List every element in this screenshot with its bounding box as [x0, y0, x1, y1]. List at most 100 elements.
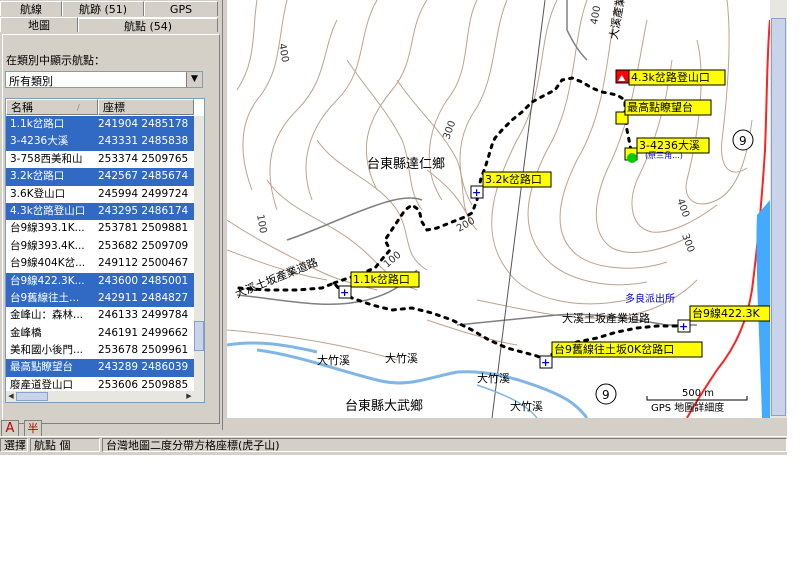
scroll-left-icon[interactable]: ◀ [6, 391, 16, 402]
list-item[interactable]: 3.2k岔路口 242567 2485674 [6, 168, 194, 186]
waypoint-name: 3-758西美和山 [10, 152, 83, 165]
map-vertical-thumb[interactable] [771, 18, 786, 416]
contour-label-2: 400 [589, 5, 603, 26]
waypoint-3-2k[interactable]: + 3.2k岔路口 [470, 171, 552, 199]
river-label-3: 大竹溪 [477, 371, 510, 385]
waypoint-name: 3.2k岔路口 [10, 170, 65, 183]
waypoint-coord: 253781 2509881 [98, 222, 189, 235]
road-shield-number-south: 9 [602, 388, 610, 402]
road-label-datu: 大溪土坂產業道路 [562, 311, 650, 325]
waypoint-422-3k[interactable]: + 台9線422.3K [677, 305, 770, 333]
river-label-2: 大竹溪 [385, 351, 418, 365]
list-item[interactable]: 金峰山：森林... 246133 2499784 [6, 307, 194, 324]
waypoint-name: 金峰橋 [10, 326, 42, 339]
waypoint-label-422-3k: 台9線422.3K [692, 306, 760, 320]
side-panel: 航線 航跡 (51) GPS 地圖 航點 (54) 在類別中顯示航點： 所有類別… [0, 0, 223, 430]
contour-label-8: 100 [382, 250, 404, 271]
contour-label-7: 300 [679, 232, 696, 254]
road-shield-9-east: 9 [732, 129, 754, 151]
tab-map[interactable]: 地圖 [0, 17, 78, 32]
column-header-coord-label: 座標 [103, 101, 125, 114]
list-vertical-thumb[interactable] [194, 321, 204, 351]
waypoint-3-4236[interactable]: 3-4236大溪 (原三角...) [624, 137, 710, 163]
waypoint-name: 台9線393.4K... [10, 239, 85, 252]
waypoint-coord: 241904 2485178 [98, 118, 189, 130]
waypoint-1-1k[interactable]: + 1.1k岔路口 [338, 271, 420, 299]
waypoint-coord: 243289 2486039 [98, 361, 189, 374]
waypoint-name: 台9線422.3K... [10, 274, 85, 287]
column-header-name-label: 名稱 [11, 101, 33, 114]
scroll-right-icon[interactable]: ▶ [184, 391, 194, 402]
river-label-1: 大竹溪 [317, 353, 350, 367]
road-shield-9-south: 9 [595, 383, 617, 405]
chevron-down-icon[interactable]: ▼ [186, 72, 202, 87]
filter-label: 在類別中顯示航點： [6, 54, 105, 67]
waypoint-old-9[interactable]: + 台9舊線往土坂0K岔路口 [539, 341, 703, 369]
list-horizontal-scrollbar[interactable]: ◀ ▶ [6, 391, 204, 402]
town-label-dawu: 台東縣大武鄉 [345, 398, 423, 414]
status-coord-system: 台灣地圖二度分帶方格座標(虎子山) [102, 438, 787, 452]
tab-waypoints[interactable]: 航點 (54) [78, 17, 218, 33]
list-item[interactable]: 1.1k岔路口 241904 2485178 [6, 116, 194, 134]
waypoint-name: 3-4236大溪 [10, 135, 69, 148]
list-item[interactable]: 3-4236大溪 243331 2485838 [6, 133, 194, 151]
waypoint-label-old-9: 台9舊線往土坂0K岔路口 [554, 342, 674, 356]
app-window: 航線 航跡 (51) GPS 地圖 航點 (54) 在類別中顯示航點： 所有類別… [0, 0, 787, 455]
waypoint-coord: 246133 2499784 [98, 309, 189, 322]
waypoint-name: 4.3k岔路登山口 [10, 204, 86, 217]
waypoint-name: 最高點瞭望台 [10, 361, 73, 374]
topo-map[interactable]: 台東縣達仁鄉 台東縣大武鄉 大溪土坂產業道路 大溪土坂產業道路 大溪產業道路 大… [227, 0, 770, 418]
waypoint-coord: 242567 2485674 [98, 170, 189, 183]
list-horizontal-thumb[interactable] [16, 392, 48, 401]
list-item[interactable]: 最高點瞭望台 243289 2486039 [6, 359, 194, 377]
contour-label-4: 200 [455, 216, 477, 235]
list-item[interactable]: 4.3k岔路登山口 243295 2486174 [6, 202, 194, 221]
list-item[interactable]: 台9線393.1K... 253781 2509881 [6, 220, 194, 237]
status-select: 選擇 [0, 438, 28, 452]
waypoint-name: 台9線404K岔... [10, 257, 86, 270]
waypoint-coord: 253678 2509961 [98, 344, 189, 357]
column-header-coord[interactable]: 座標 [98, 99, 194, 115]
list-item[interactable]: 3.6K登山口 245994 2499724 [6, 186, 194, 203]
contour-label-5: 100 [254, 214, 268, 235]
list-item[interactable]: 3-758西美和山 253374 2509765 [6, 151, 194, 168]
waypoint-coord: 253682 2509709 [98, 239, 189, 252]
road-label-datu-west: 大溪土坂產業道路 [233, 255, 320, 301]
river-label-4: 大竹溪 [510, 399, 543, 413]
list-item[interactable]: 金峰橋 246191 2499662 [6, 325, 194, 342]
waypoint-4-3k[interactable]: ⛰ 4.3k岔路登山口 [615, 69, 726, 86]
waypoint-list[interactable]: 名稱 / 座標 1.1k岔路口 241904 2485178 3-4236大溪 243… [5, 98, 205, 403]
waypoint-label-lookout: 最高點瞭望台 [627, 100, 693, 114]
list-vertical-scrollbar[interactable] [194, 116, 204, 391]
town-label-daren: 台東縣達仁鄉 [367, 156, 445, 172]
contour-label-1: 400 [276, 43, 290, 64]
waypoint-coord: 242911 2484827 [98, 291, 189, 304]
category-select[interactable]: 所有類別 ▼ [5, 71, 203, 88]
waypoint-lookout[interactable]: 最高點瞭望台 [615, 99, 712, 125]
list-item[interactable]: 台9線404K岔... 249112 2500467 [6, 255, 194, 272]
waypoint-coord: 246191 2499662 [98, 326, 189, 339]
category-select-value: 所有類別 [9, 75, 53, 88]
contour-label-6: 400 [674, 197, 691, 219]
list-item[interactable]: 美和國小後門... 253678 2509961 [6, 342, 194, 359]
list-item[interactable]: 台9線422.3K... 243600 2485001 [6, 272, 194, 290]
scale-label: 500 m [682, 388, 714, 399]
tab-routes[interactable]: 航線 [0, 1, 62, 16]
column-header-name[interactable]: 名稱 / [6, 99, 98, 115]
waypoint-name: 3.6K登山口 [10, 187, 66, 200]
list-item[interactable]: 台9線393.4K... 253682 2509709 [6, 238, 194, 255]
waypoint-label-4-3k: 4.3k岔路登山口 [631, 70, 710, 84]
waypoint-name: 1.1k岔路口 [10, 118, 65, 130]
list-header: 名稱 / 座標 [6, 99, 194, 115]
list-item[interactable]: 台9舊線往土... 242911 2484827 [6, 289, 194, 308]
tab-tracks[interactable]: 航跡 (51) [62, 1, 144, 16]
waypoint-name: 美和國小後門... [10, 344, 84, 357]
tab-row-1: 航線 航跡 (51) GPS [0, 1, 218, 17]
waypoint-label-3-4236: 3-4236大溪 [639, 138, 700, 152]
map-vertical-scrollbar[interactable] [770, 0, 787, 418]
plus-icon: + [541, 356, 550, 369]
waypoint-name: 台9線393.1K... [10, 222, 85, 235]
tab-gps[interactable]: GPS [144, 1, 218, 16]
map-view[interactable]: 台東縣達仁鄉 台東縣大武鄉 大溪土坂產業道路 大溪土坂產業道路 大溪產業道路 大… [227, 0, 770, 418]
waypoint-coord: 243295 2486174 [98, 204, 189, 217]
